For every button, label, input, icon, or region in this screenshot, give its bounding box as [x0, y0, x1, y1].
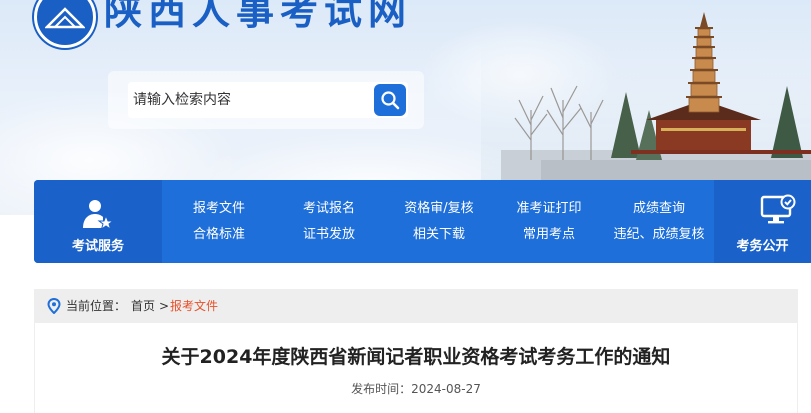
location-pin-icon: [47, 298, 61, 314]
nav-link-admission-ticket[interactable]: 准考证打印: [516, 201, 581, 217]
user-star-icon: [83, 200, 113, 230]
logo-emblem-icon: [45, 7, 85, 29]
search-placeholder: 请输入检索内容: [133, 92, 231, 108]
nav-link-pass-standard[interactable]: 合格标准: [193, 227, 245, 243]
publish-label: 发布时间：: [351, 382, 412, 396]
publish-info: 发布时间：2024-08-27: [34, 381, 798, 397]
publish-date: 2024-08-27: [411, 382, 481, 396]
nav-link-downloads[interactable]: 相关下载: [413, 227, 465, 243]
exam-affairs-section[interactable]: 考务公开: [714, 180, 811, 263]
site-title[interactable]: 陕西人事考试网: [104, 0, 412, 36]
exam-service-label: 考试服务: [71, 239, 124, 254]
nav-link-certificate[interactable]: 证书发放: [303, 227, 355, 243]
exam-service-section[interactable]: 考试服务: [34, 180, 162, 263]
site-logo[interactable]: [34, 0, 96, 48]
search-button[interactable]: [374, 84, 406, 116]
nav-link-registration[interactable]: 考试报名: [303, 201, 355, 217]
search-icon: [381, 91, 400, 110]
breadcrumb-home-link[interactable]: 首页: [131, 298, 155, 314]
breadcrumb-prefix: 当前位置：: [66, 299, 127, 313]
exam-affairs-label: 考务公开: [736, 239, 789, 254]
nav-link-violation-review[interactable]: 违纪、成绩复核: [613, 227, 704, 243]
breadcrumb-separator: >: [159, 299, 170, 313]
monitor-check-icon: [760, 194, 796, 224]
nav-link-qualification-review[interactable]: 资格审/复核: [404, 201, 473, 217]
nav-link-test-sites[interactable]: 常用考点: [523, 227, 575, 243]
breadcrumb-current[interactable]: 报考文件: [170, 298, 218, 314]
article-title: 关于2024年度陕西省新闻记者职业资格考试考务工作的通知: [161, 346, 671, 368]
nav-link-score-query[interactable]: 成绩查询: [633, 201, 685, 217]
nav-link-apply-docs[interactable]: 报考文件: [193, 201, 245, 217]
